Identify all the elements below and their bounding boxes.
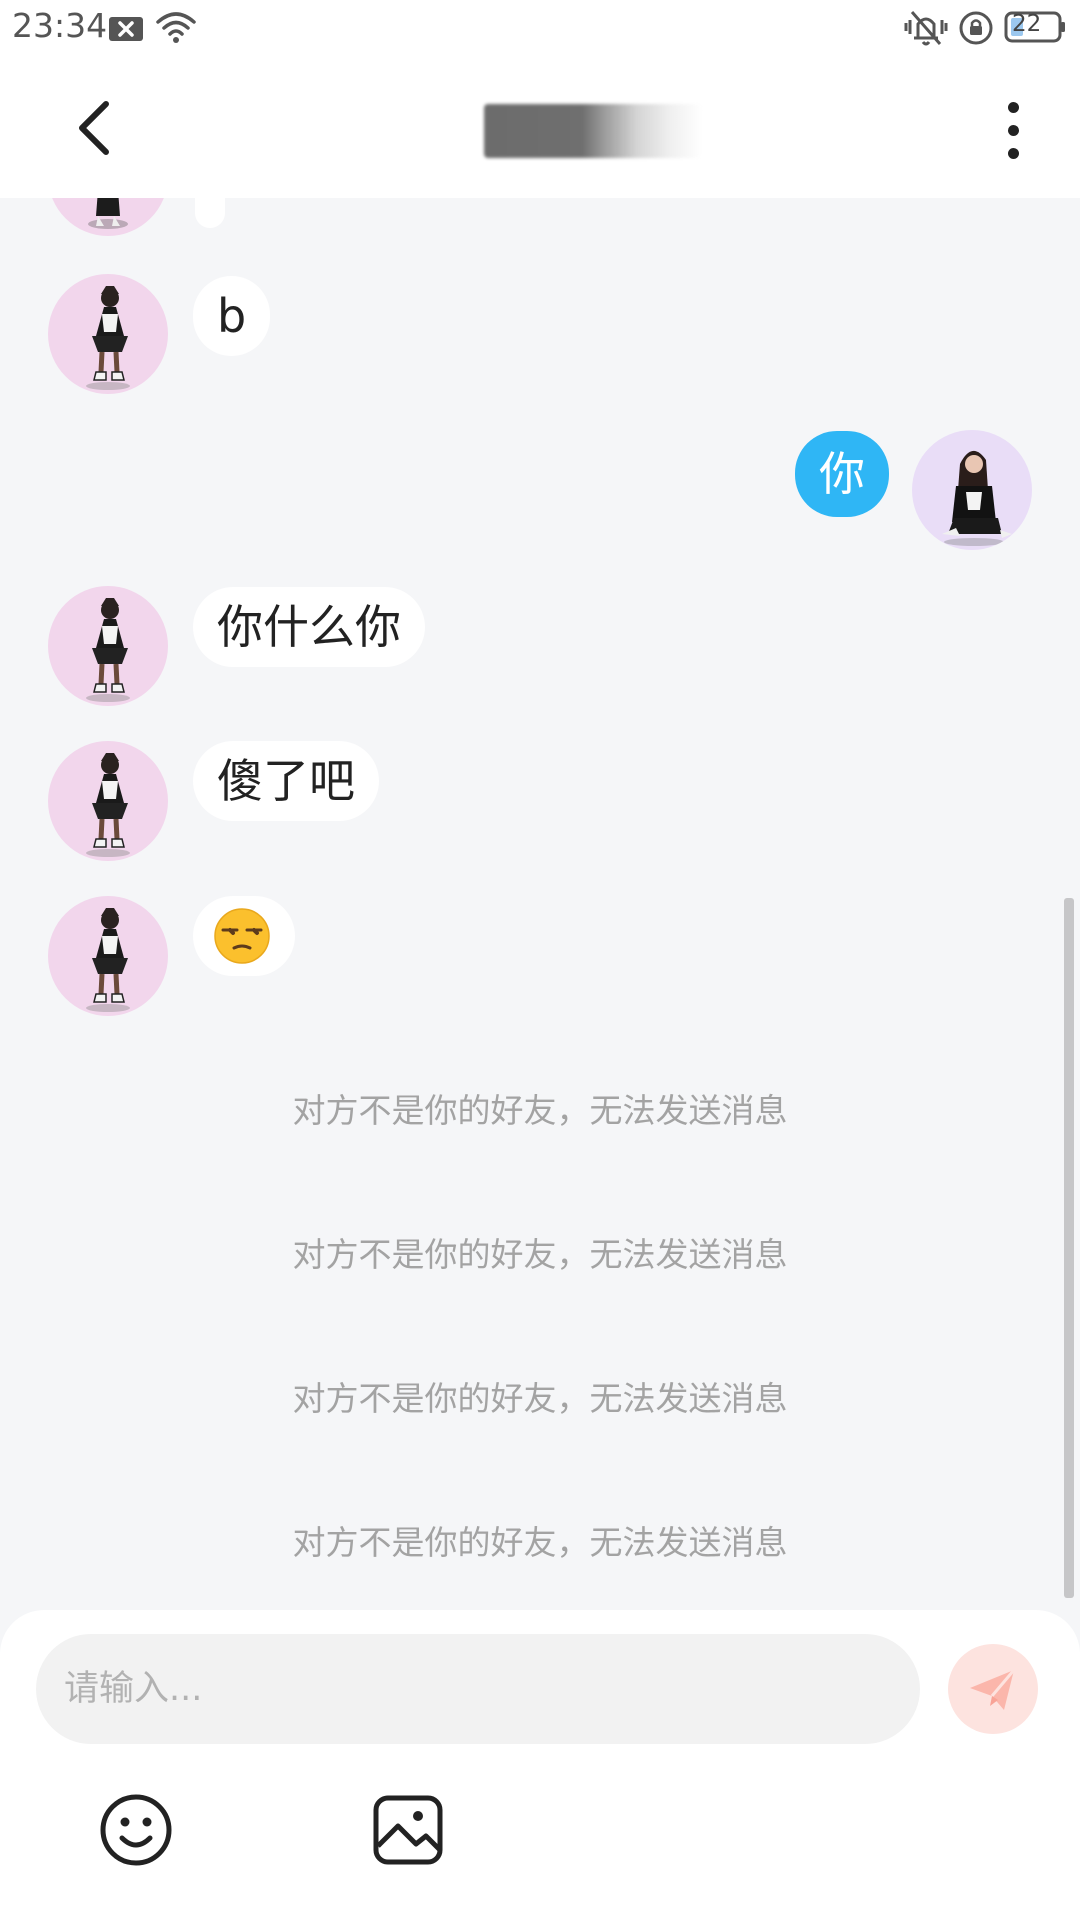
chevron-left-icon <box>79 101 109 155</box>
contact-avatar[interactable] <box>48 586 168 706</box>
image-icon <box>373 1795 443 1865</box>
wifi-icon <box>156 12 196 43</box>
chat-header: 年 <box>0 56 1080 198</box>
avatar-figure-icon <box>86 753 130 857</box>
system-notice: 对方不是你的好友，无法发送消息 <box>292 1235 788 1274</box>
system-notice: 对方不是你的好友，无法发送消息 <box>292 1379 788 1418</box>
contact-avatar[interactable] <box>48 896 168 1016</box>
chat-screen: 23:34 22 b 你 你什么你 傻了吧 对方不是你的好友，无法发送消息 对方… <box>0 0 1080 1920</box>
more-vertical-icon-dot <box>1008 148 1019 159</box>
message-bubble-outgoing[interactable]: 你 <box>795 431 889 517</box>
avatar-figure-icon <box>942 450 1012 546</box>
contact-avatar[interactable] <box>48 198 168 236</box>
message-bubble-incoming[interactable] <box>193 896 295 976</box>
more-vertical-icon-dot <box>1008 102 1019 113</box>
vibrate-icon <box>904 11 948 46</box>
contact-avatar[interactable] <box>48 741 168 861</box>
send-button[interactable] <box>948 1644 1038 1734</box>
paper-plane-icon <box>970 1669 1016 1710</box>
status-bar: 23:34 22 <box>0 0 1080 56</box>
back-button[interactable] <box>66 92 126 164</box>
avatar-figure-icon <box>86 598 130 702</box>
my-avatar[interactable] <box>912 430 1032 550</box>
more-options-button[interactable] <box>994 96 1034 166</box>
avatar-figure-icon <box>86 286 130 390</box>
message-bubble-incoming[interactable]: 你什么你 <box>193 587 425 667</box>
avatar-figure-icon <box>86 908 130 1012</box>
message-input[interactable] <box>36 1634 920 1744</box>
avatar-figure-icon <box>88 198 128 229</box>
contact-avatar[interactable] <box>48 274 168 394</box>
image-button[interactable] <box>370 1792 446 1868</box>
rotation-lock-icon <box>959 11 993 45</box>
emoji-button[interactable] <box>98 1792 174 1868</box>
composer <box>0 1610 1080 1920</box>
system-notice: 对方不是你的好友，无法发送消息 <box>292 1091 788 1130</box>
system-notice: 对方不是你的好友，无法发送消息 <box>292 1523 788 1562</box>
message-bubble-incoming[interactable]: b <box>193 276 271 356</box>
battery-level: 22 <box>1012 11 1042 37</box>
notification-x-icon <box>109 17 143 41</box>
chat-title-text: 年 <box>484 108 702 163</box>
chat-title: 年 <box>484 104 702 158</box>
status-time: 23:34 <box>12 6 108 45</box>
unamused-face-icon <box>214 908 270 964</box>
message-bubble[interactable] <box>195 198 225 228</box>
message-list[interactable]: b 你 你什么你 傻了吧 对方不是你的好友，无法发送消息 对方不是你的好友，无法… <box>0 198 1080 1610</box>
smiley-icon <box>100 1794 172 1866</box>
more-vertical-icon-dot <box>1008 125 1019 136</box>
message-bubble-incoming[interactable]: 傻了吧 <box>193 741 379 821</box>
scrollbar[interactable] <box>1064 898 1074 1598</box>
